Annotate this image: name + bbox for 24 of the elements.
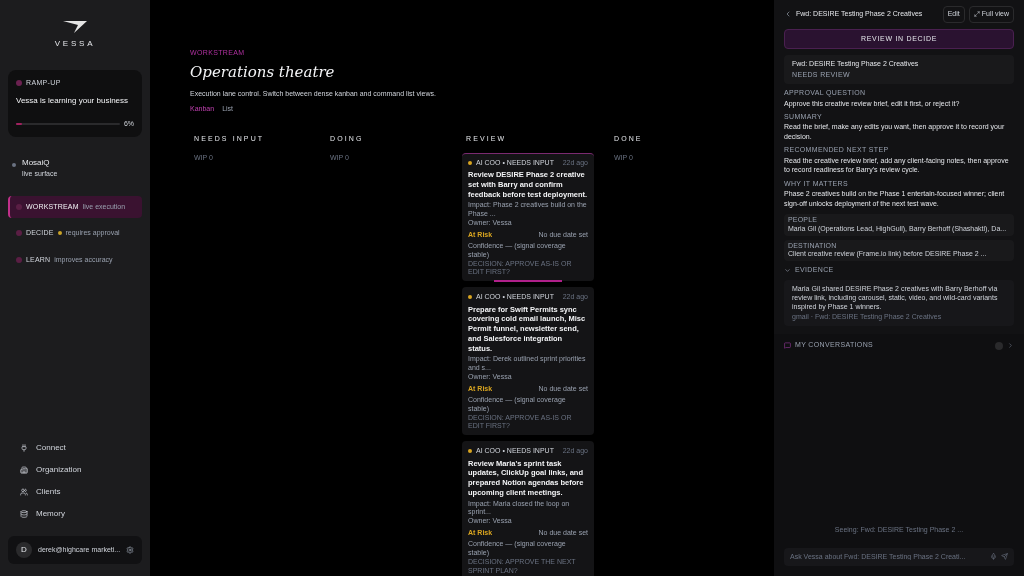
mic-icon[interactable] [990,553,997,561]
link-icon [20,510,28,518]
ramp-up-title: Vessa is learning your business [16,94,130,107]
settings-icon[interactable] [126,546,135,554]
sidebar-link[interactable]: Connect [20,442,142,454]
chat-icon [784,342,791,350]
link-icon [20,488,28,496]
sidebar-link[interactable]: Memory [20,508,142,520]
chevron-down-icon [784,266,791,274]
brand-name: VESSA [54,38,96,50]
send-icon[interactable] [1001,553,1008,561]
link-icon [20,444,28,452]
sidebar-link[interactable]: Clients [20,486,142,498]
task-card[interactable] [462,287,594,435]
user-avatar: D [16,542,32,558]
surface-name: MosaiQ [22,157,51,169]
link-icon [20,466,28,474]
back-icon[interactable] [784,10,792,19]
task-card[interactable] [462,152,594,281]
sidebar-link[interactable]: Organization [20,464,142,476]
task-card[interactable] [462,441,594,576]
page-title: Operations theatre [190,61,336,83]
expand-icon [973,11,980,18]
logo-icon [62,20,88,34]
